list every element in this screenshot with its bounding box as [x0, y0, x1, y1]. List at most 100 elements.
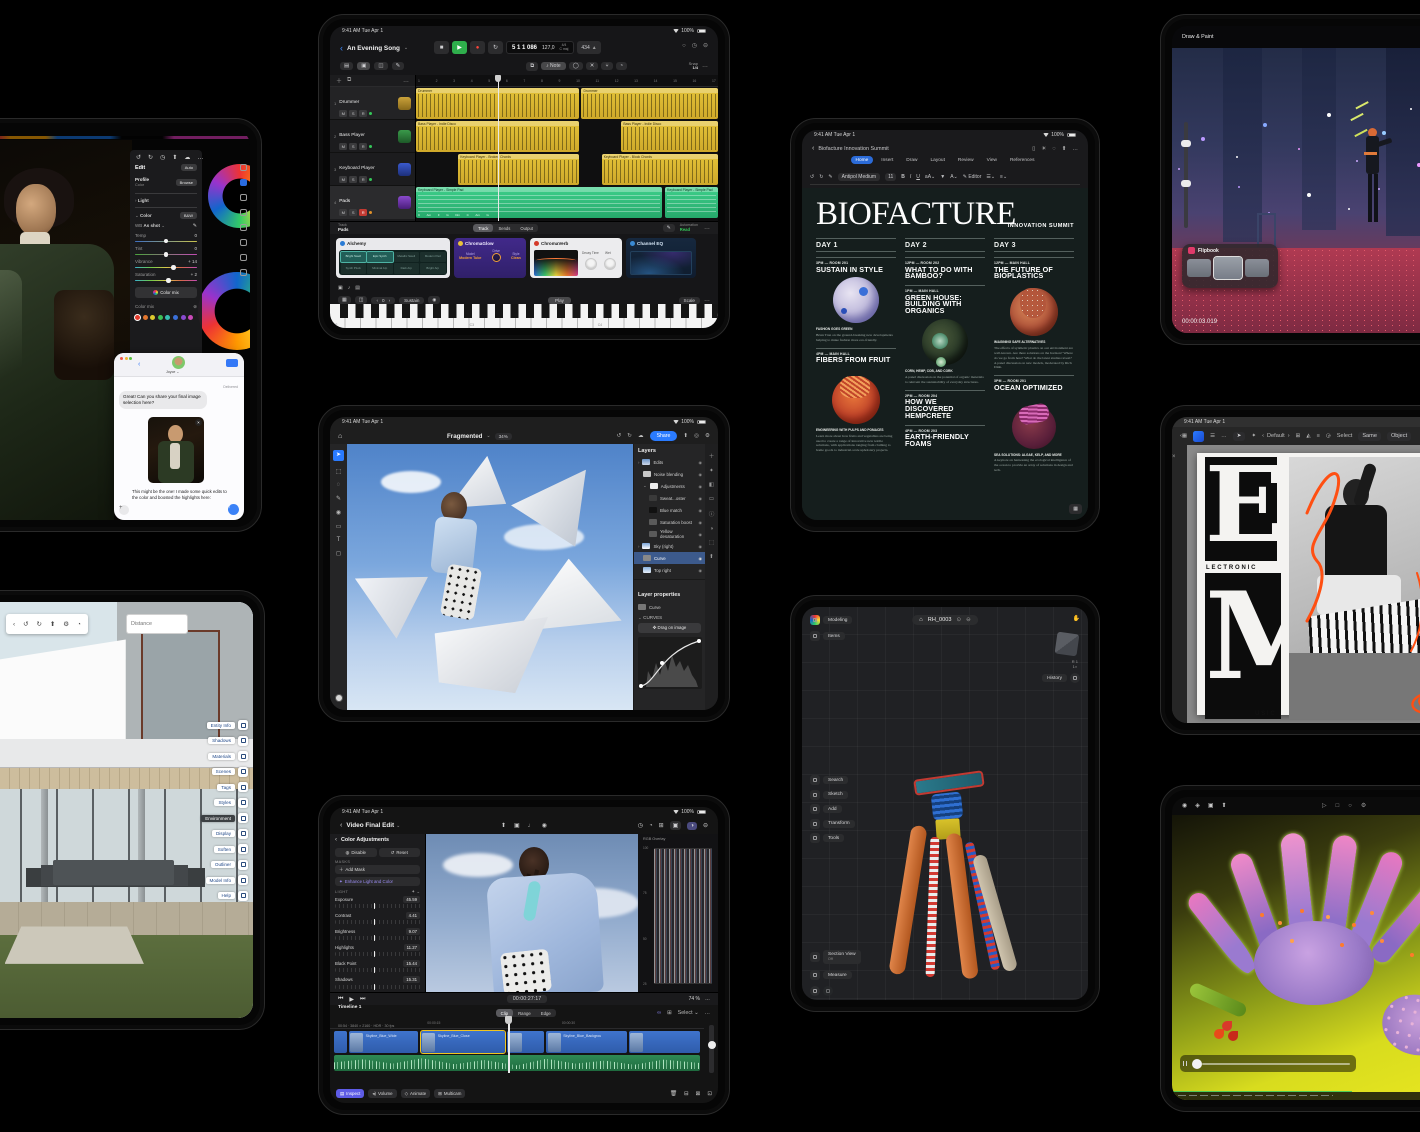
- volume-button[interactable]: ◂) Volume: [368, 1089, 396, 1098]
- panel-button-label[interactable]: Help: [218, 892, 235, 899]
- object-button[interactable]: Object: [1387, 432, 1411, 441]
- brush-opacity-slider[interactable]: [1184, 176, 1188, 228]
- automation-pencil-icon[interactable]: ✎: [663, 224, 675, 232]
- transform-tool-icon[interactable]: ⬚: [336, 468, 342, 475]
- track-row[interactable]: 3 Keyboard PlayerMSR: [330, 153, 415, 186]
- robotic-hand-model[interactable]: [862, 657, 1052, 987]
- ribbon-tab[interactable]: View: [982, 156, 1002, 164]
- play-surface-button[interactable]: Play: [548, 297, 571, 304]
- layer-row[interactable]: Yellow desaturation◉: [634, 528, 705, 540]
- timeline-clip[interactable]: Skyline_Blue_Backgrou: [546, 1031, 627, 1053]
- keyboard-view-icon[interactable]: ▦: [338, 296, 351, 304]
- slider-value[interactable]: 4.41: [406, 912, 420, 919]
- playhead[interactable]: [498, 75, 499, 221]
- light-section-icons[interactable]: ✦ ⌄: [411, 889, 420, 895]
- comment-icon[interactable]: ▭: [709, 496, 714, 502]
- more-icon[interactable]: …: [705, 1010, 710, 1016]
- minimize-icon[interactable]: ⊖: [703, 42, 708, 49]
- aperture-icon[interactable]: ◉: [1182, 802, 1187, 809]
- search-icon[interactable]: ◌: [1052, 146, 1055, 152]
- italic-button[interactable]: I: [910, 174, 911, 180]
- midi-icon[interactable]: ♪: [348, 285, 351, 291]
- render-viewport[interactable]: [1172, 815, 1420, 1100]
- shapr-tools[interactable]: SearchSketchAddTransformTools: [810, 775, 855, 848]
- font-color-button[interactable]: A⌄: [950, 174, 958, 180]
- export-icon[interactable]: ⬆: [50, 620, 55, 628]
- add-layer-icon[interactable]: ＋: [709, 452, 715, 460]
- panel-button-icon[interactable]: [238, 829, 248, 839]
- copy-icon[interactable]: ⧉: [526, 62, 538, 71]
- tool-row[interactable]: Tools: [810, 833, 855, 843]
- adjustment-slider[interactable]: Brightness9.07: [335, 928, 420, 940]
- drag-on-image-button[interactable]: ✥ Drag on image: [638, 623, 701, 633]
- color-chip[interactable]: [335, 694, 343, 702]
- layer-row[interactable]: ›Edits◉: [634, 456, 705, 468]
- track-row[interactable]: 2 Bass PlayerMSR: [330, 120, 415, 153]
- alchemy-pads[interactable]: Bright SwellEpic SynthMetallic SwellMode…: [339, 250, 447, 275]
- notifications-icon[interactable]: ◔: [77, 621, 81, 628]
- timer-icon[interactable]: ◷: [692, 42, 697, 49]
- play-button[interactable]: ▶: [452, 41, 467, 54]
- multiview-icon[interactable]: ⊞: [659, 822, 664, 829]
- add-track-icon[interactable]: ＋: [336, 76, 342, 85]
- panel-button-row[interactable]: Soften: [201, 844, 248, 854]
- flipbook-panel[interactable]: Flipbook: [1182, 244, 1278, 288]
- trash-icon[interactable]: 🗑: [670, 1091, 677, 1097]
- plugin-alchemy[interactable]: Alchemy Bright SwellEpic SynthMetallic S…: [336, 238, 450, 278]
- remove-attachment-icon[interactable]: ×: [195, 419, 202, 426]
- modeling-label[interactable]: Modeling: [823, 616, 852, 624]
- more-icon[interactable]: …: [704, 297, 710, 303]
- visibility-icon[interactable]: ◉: [699, 460, 703, 465]
- record-icon[interactable]: ○: [1348, 803, 1352, 809]
- camera-add-icon[interactable]: ▣: [1208, 802, 1214, 809]
- undo-icon[interactable]: ↺: [23, 620, 28, 628]
- doc-title[interactable]: Biofacture Innovation Summit: [818, 146, 888, 152]
- temp-slider[interactable]: [135, 241, 197, 243]
- settings-gear-icon[interactable]: ⚙: [705, 433, 710, 439]
- tool-icon[interactable]: [810, 790, 820, 800]
- pause-icon[interactable]: [1183, 1061, 1187, 1066]
- tool-row[interactable]: Transform: [810, 819, 855, 829]
- presets-icon[interactable]: [240, 164, 247, 171]
- eyedropper-icon[interactable]: ✎: [193, 223, 197, 229]
- tool-icon[interactable]: [810, 775, 820, 785]
- note-tool-button[interactable]: ♪ Note: [541, 62, 565, 70]
- octave-stepper[interactable]: ‹0›: [371, 297, 395, 304]
- panel-button-icon[interactable]: [238, 782, 248, 792]
- layer-row[interactable]: Top right◉: [634, 564, 705, 576]
- measure-control[interactable]: Measure: [810, 970, 852, 980]
- poster-usic[interactable]: USIC: [1255, 711, 1277, 717]
- help-icon[interactable]: ◎: [694, 433, 699, 439]
- layer-row[interactable]: Saturation boost◉: [634, 516, 705, 528]
- cloud-icon[interactable]: ☁: [184, 154, 190, 161]
- artwork-canvas[interactable]: [1172, 48, 1420, 333]
- measure-icon[interactable]: [810, 970, 820, 980]
- settings-gear-icon[interactable]: ⚙: [63, 620, 69, 628]
- timeline-clip-selected[interactable]: Skyline_Blue_Close: [421, 1031, 505, 1053]
- node-tool-icon[interactable]: ✦: [1251, 433, 1256, 439]
- region-keys-block[interactable]: Keyboard Player - Block Chords: [602, 154, 718, 185]
- vibrance-slider[interactable]: [135, 267, 197, 269]
- history-control[interactable]: History: [1042, 673, 1080, 683]
- timeline-playhead[interactable]: [508, 1019, 509, 1073]
- edit-icon[interactable]: [240, 179, 247, 186]
- panel-button-row[interactable]: Model Info: [201, 875, 248, 885]
- panel-button-icon[interactable]: [238, 875, 248, 885]
- slider-track[interactable]: [335, 936, 420, 940]
- layers-icon[interactable]: [810, 631, 820, 641]
- export-icon[interactable]: ⬆: [683, 433, 688, 439]
- ribbon-tab[interactable]: Review: [953, 156, 979, 164]
- split-keyboard-icon[interactable]: ◫: [355, 296, 368, 304]
- app-menu-icon[interactable]: [810, 615, 820, 625]
- layer-row[interactable]: Noise blending◉: [634, 468, 705, 480]
- snap-setting[interactable]: Snap1/4: [689, 62, 698, 71]
- adjustment-slider[interactable]: Contrast4.41: [335, 912, 420, 924]
- slider-value[interactable]: 15.44: [403, 960, 420, 967]
- region-drummer-2[interactable]: Drummer: [581, 88, 718, 119]
- timeline-scrubber[interactable]: [1180, 1055, 1356, 1072]
- slider-value[interactable]: 11.27: [404, 944, 420, 951]
- visibility-icon[interactable]: ◉: [699, 472, 703, 477]
- lock-icon[interactable]: ◉: [428, 296, 440, 304]
- ribbon-tab[interactable]: Layout: [926, 156, 950, 164]
- delete-icon[interactable]: ×: [1172, 454, 1176, 460]
